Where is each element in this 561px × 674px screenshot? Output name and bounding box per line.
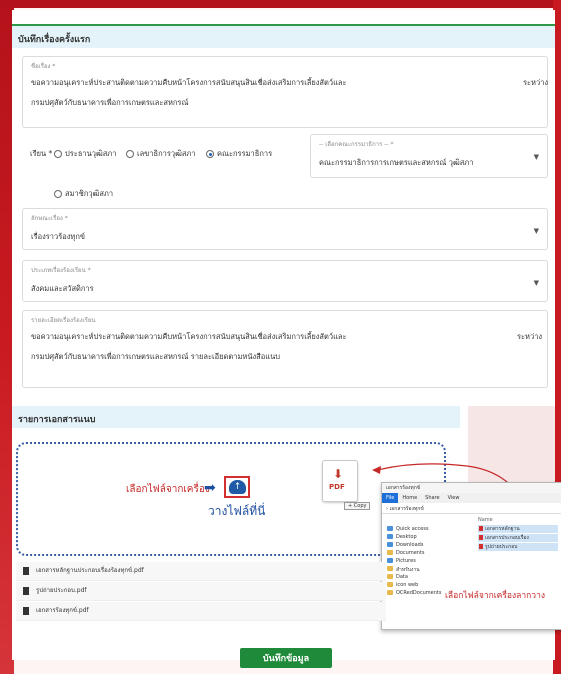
- radio-label: เลขาธิการวุฒิสภา: [137, 149, 196, 158]
- nav-item[interactable]: Desktop: [382, 533, 470, 541]
- to-label-text: เรียน *: [30, 149, 53, 158]
- select-file-note: เลือกไฟล์จากเครื่อง: [126, 484, 210, 495]
- ribbon-file-tab[interactable]: File: [382, 493, 399, 503]
- radio-circle: [54, 150, 62, 158]
- section-header-attachments: รายการเอกสารแนบ: [12, 406, 460, 428]
- radio-circle: [126, 150, 134, 158]
- chevron-down-icon: ▼: [533, 279, 539, 287]
- subject-label: ชื่อเรื่อง *: [31, 63, 56, 70]
- radio-circle: [54, 190, 62, 198]
- subject-line-2: กรมปศุสัตว์กับธนาคารเพื่อการเกษตรและสหกร…: [31, 98, 189, 107]
- attachment-list: เอกสารหลักฐานประกอบเรื่องร้องทุกข์.pdf ร…: [16, 562, 386, 622]
- complaint-category-select[interactable]: ประเภทเรื่องร้องเรียน * สังคมและสวัสดิกา…: [22, 260, 548, 302]
- ribbon-view-tab[interactable]: View: [444, 493, 464, 503]
- nav-item[interactable]: Documents: [382, 549, 470, 557]
- complaint-type-select[interactable]: ลักษณะเรื่อง * เรื่องราวร้องทุกข์ ▼: [22, 208, 548, 250]
- section-header-first-record: บันทึกเรื่องครั้งแรก: [12, 24, 555, 48]
- subject-line-1: ขอความอนุเคราะห์ประสานติดตามความคืบหน้าโ…: [31, 78, 347, 87]
- detail-line-right: ระหว่าง: [517, 332, 543, 341]
- complaint-type-value: เรื่องราวร้องทุกข์: [31, 232, 86, 241]
- nav-item[interactable]: Data: [382, 573, 470, 581]
- column-header-name[interactable]: Name: [478, 517, 558, 525]
- drag-drop-note: เลือกไฟล์จากเครื่องลากวาง: [445, 591, 546, 601]
- attachment-name: รูปถ่ายประกอบ.pdf: [36, 587, 87, 594]
- radio-label: คณะกรรมาธิการ: [217, 149, 273, 158]
- explorer-file[interactable]: เอกสารหลักฐาน: [478, 525, 558, 533]
- attachment-row[interactable]: รูปถ่ายประกอบ.pdf: [16, 582, 386, 601]
- explorer-title: เอกสารร้องทุกข์: [382, 483, 561, 493]
- nav-item[interactable]: Pictures: [382, 557, 470, 565]
- radio-senate-president[interactable]: ประธานวุฒิสภา: [54, 148, 116, 160]
- detail-label: รายละเอียดเรื่องร้องเรียน: [31, 317, 96, 324]
- detail-line-2: กรมปศุสัตว์กับธนาคารเพื่อการเกษตรและสหกร…: [31, 352, 280, 361]
- attachment-name: เอกสารหลักฐานประกอบเรื่องร้องทุกข์.pdf: [36, 567, 144, 574]
- to-label: เรียน *: [30, 148, 52, 160]
- complaint-type-label: ลักษณะเรื่อง *: [31, 215, 68, 222]
- drop-here-text: วางไฟล์ที่นี่: [208, 504, 266, 518]
- top-frame: [0, 0, 561, 8]
- nav-item[interactable]: สำหรับงาน: [382, 565, 470, 573]
- nav-item[interactable]: Quick access: [382, 525, 470, 533]
- explorer-file-list: Name เอกสารหลักฐาน เอกสารประกอบเรื่อง รู…: [478, 517, 558, 552]
- radio-committee[interactable]: คณะกรรมาธิการ: [206, 148, 272, 160]
- ribbon-share-tab[interactable]: Share: [421, 493, 443, 503]
- explorer-file[interactable]: เอกสารประกอบเรื่อง: [478, 534, 558, 542]
- chevron-down-icon: ▼: [533, 227, 539, 235]
- radio-circle-selected: [206, 150, 214, 158]
- radio-senator[interactable]: สมาชิกวุฒิสภา: [54, 188, 113, 200]
- file-explorer-window: เอกสารร้องทุกข์ File Home Share View › เ…: [381, 482, 561, 630]
- upload-button[interactable]: ↑: [224, 476, 250, 498]
- subject-line-right: ระหว่าง: [523, 78, 549, 87]
- file-icon: [23, 587, 29, 595]
- committee-select[interactable]: -- เลือกคณะกรรมาธิการ -- * คณะกรรมาธิการ…: [310, 134, 548, 178]
- pdf-file-icon: ⬇ PDF: [322, 460, 358, 502]
- save-button[interactable]: บันทึกข้อมูล: [240, 648, 332, 668]
- radio-label: ประธานวุฒิสภา: [65, 149, 117, 158]
- detail-textarea[interactable]: รายละเอียดเรื่องร้องเรียน ขอความอนุเคราะ…: [22, 310, 548, 388]
- complaint-category-value: สังคมและสวัสดิการ: [31, 284, 94, 293]
- explorer-nav: Quick access Desktop Downloads Documents…: [382, 525, 470, 597]
- pdf-glyph-icon: ⬇: [333, 467, 344, 481]
- nav-item[interactable]: Downloads: [382, 541, 470, 549]
- ribbon-home-tab[interactable]: Home: [398, 493, 421, 503]
- explorer-path[interactable]: › เอกสารร้องทุกข์: [382, 503, 561, 514]
- radio-senate-secretary[interactable]: เลขาธิการวุฒิสภา: [126, 148, 196, 160]
- subject-field[interactable]: ชื่อเรื่อง * ขอความอนุเคราะห์ประสานติดตา…: [22, 56, 548, 128]
- attachment-name: เอกสารร้องทุกข์.pdf: [36, 607, 89, 614]
- complaint-category-label: ประเภทเรื่องร้องเรียน *: [31, 267, 91, 274]
- chevron-down-icon: ▼: [533, 153, 539, 161]
- explorer-file[interactable]: รูปถ่ายประกอบ: [478, 543, 558, 551]
- file-icon: [23, 567, 29, 575]
- attachment-row[interactable]: เอกสารร้องทุกข์.pdf: [16, 602, 386, 621]
- arrow-right-icon: ➡: [204, 480, 216, 496]
- radio-label: สมาชิกวุฒิสภา: [65, 189, 114, 198]
- copy-tag: + Copy: [344, 502, 371, 510]
- explorer-ribbon: File Home Share View: [382, 493, 561, 503]
- pdf-label: PDF: [329, 483, 345, 491]
- detail-line-1: ขอความอนุเคราะห์ประสานติดตามความคืบหน้าโ…: [31, 332, 347, 341]
- cloud-upload-icon: ↑: [229, 480, 246, 494]
- file-icon: [23, 607, 29, 615]
- attachment-row[interactable]: เอกสารหลักฐานประกอบเรื่องร้องทุกข์.pdf: [16, 562, 386, 581]
- committee-value: คณะกรรมาธิการการเกษตรและสหกรณ์ วุฒิสภา: [319, 158, 474, 167]
- committee-label: -- เลือกคณะกรรมาธิการ -- *: [319, 141, 394, 148]
